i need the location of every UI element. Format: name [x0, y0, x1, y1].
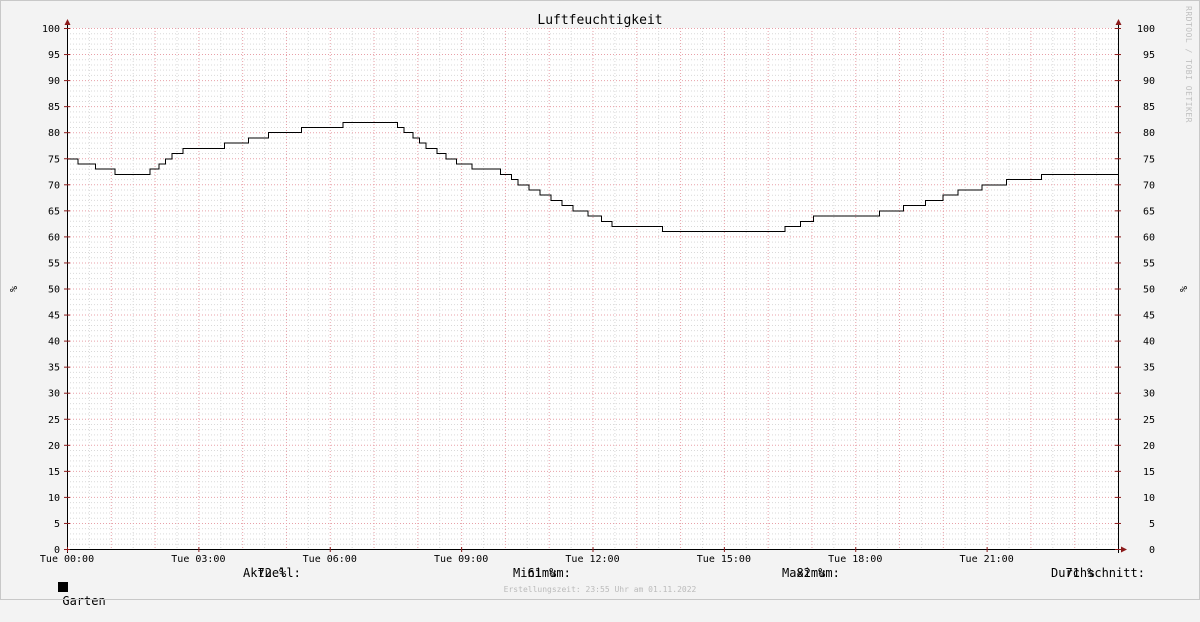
y-tick-label-left: 50	[48, 285, 60, 296]
x-tick-label: Tue 03:00	[171, 554, 225, 565]
y-tick-label-right: 10	[1143, 493, 1155, 504]
y-tick-label-right: 45	[1143, 311, 1155, 322]
y-tick-label-right: 5	[1149, 519, 1155, 530]
y-tick-label-right: 70	[1143, 180, 1155, 191]
rrdtool-credit: RRDTOOL / TOBI OETIKER	[1184, 6, 1193, 123]
y-tick-label-left: 25	[48, 415, 60, 426]
y-tick-label-left: 75	[48, 154, 60, 165]
creation-time-footer: Erstellungszeit: 23:55 Uhr am 01.11.2022	[503, 585, 697, 594]
y-tick-label-left: 90	[48, 76, 60, 87]
stat-aktuell-value: 72 %	[257, 566, 287, 580]
legend-entry-garten: Garten	[15, 566, 106, 622]
y-tick-label-left: 85	[48, 102, 60, 113]
humidity-chart: 0 5 10 15 20 25 30 35 40 45 50 55 60 65 70 75 80 85 90 95 10…	[7, 13, 1188, 565]
y-tick-label-right: 55	[1143, 258, 1155, 269]
x-tick-label: Tue 21:00	[960, 554, 1014, 565]
y-tick-label-right: 25	[1143, 415, 1155, 426]
y-tick-label-right: 60	[1143, 232, 1155, 243]
legend-series-name: Garten	[62, 594, 106, 608]
y-tick-label-right: 75	[1143, 154, 1155, 165]
chart-title: Luftfeuchtigkeit	[537, 13, 662, 28]
x-tick-label: Tue 18:00	[828, 554, 882, 565]
x-tick-label: Tue 15:00	[697, 554, 751, 565]
y-tick-label-left: 20	[48, 441, 60, 452]
stat-durchschnitt: Durchschnitt: 71 %	[1051, 566, 1145, 580]
y-tick-label-left: 5	[54, 519, 60, 530]
y-tick-label-right: 100	[1137, 24, 1155, 35]
x-tick-label: Tue 06:00	[303, 554, 357, 565]
x-axis-arrow	[1121, 546, 1127, 553]
y-tick-label-right: 15	[1143, 467, 1155, 478]
legend: Garten Aktuell: 72 % Minimum: 61 % Maxim…	[0, 566, 1200, 608]
stat-minimum-value: 61 %	[527, 566, 557, 580]
y-axis-label-left: %	[7, 286, 18, 292]
y-tick-labels-left: 0510152025303540455055606570758085909510…	[42, 24, 60, 556]
y-tick-label-left: 80	[48, 128, 60, 139]
stat-maximum-value: 82 %	[796, 566, 826, 580]
chart-root: 0 5 10 15 20 25 30 35 40 45 50 55 60 65 70 75 80 85 90 95 10…	[0, 0, 1200, 608]
stat-durchschnitt-value: 71 %	[1065, 566, 1095, 580]
x-tick-label: Tue 12:00	[565, 554, 619, 565]
y-tick-label-left: 95	[48, 50, 60, 61]
y-tick-label-right: 0	[1149, 545, 1155, 556]
stat-aktuell: Aktuell: 72 %	[243, 566, 301, 580]
y-tick-label-right: 50	[1143, 285, 1155, 296]
y-tick-label-left: 10	[48, 493, 60, 504]
y-axis-arrow-right	[1115, 19, 1122, 25]
y-axis-arrow-left	[64, 19, 71, 25]
y-tick-label-left: 30	[48, 389, 60, 400]
y-tick-label-right: 80	[1143, 128, 1155, 139]
y-tick-label-left: 45	[48, 311, 60, 322]
y-tick-label-left: 55	[48, 258, 60, 269]
y-tick-label-right: 40	[1143, 337, 1155, 348]
y-tick-label-left: 100	[42, 24, 60, 35]
y-tick-label-left: 15	[48, 467, 60, 478]
y-tick-label-left: 40	[48, 337, 60, 348]
x-tick-labels: Tue 00:00 Tue 03:00 Tue 06:00 Tue 09:00 Tue …	[40, 554, 1014, 565]
y-tick-labels-right: 0 5 10 15 20 25 30 35 40 45 50 55 60 65 70 75 80 85 90 95 10…	[1137, 24, 1155, 556]
y-tick-label-right: 65	[1143, 206, 1155, 217]
y-tick-label-right: 95	[1143, 50, 1155, 61]
stat-maximum: Maximum: 82 %	[782, 566, 840, 580]
y-tick-label-left: 35	[48, 363, 60, 374]
x-tick-label: Tue 09:00	[434, 554, 488, 565]
stat-minimum: Minimum: 61 %	[513, 566, 571, 580]
x-tick-label: Tue 00:00	[40, 554, 94, 565]
y-tick-label-right: 90	[1143, 76, 1155, 87]
y-tick-label-right: 30	[1143, 389, 1155, 400]
y-tick-label-right: 85	[1143, 102, 1155, 113]
y-tick-label-left: 70	[48, 180, 60, 191]
y-tick-label-right: 20	[1143, 441, 1155, 452]
y-axis-label-right: %	[1177, 286, 1188, 292]
y-tick-label-left: 65	[48, 206, 60, 217]
y-tick-label-right: 35	[1143, 363, 1155, 374]
y-tick-label-left: 60	[48, 232, 60, 243]
